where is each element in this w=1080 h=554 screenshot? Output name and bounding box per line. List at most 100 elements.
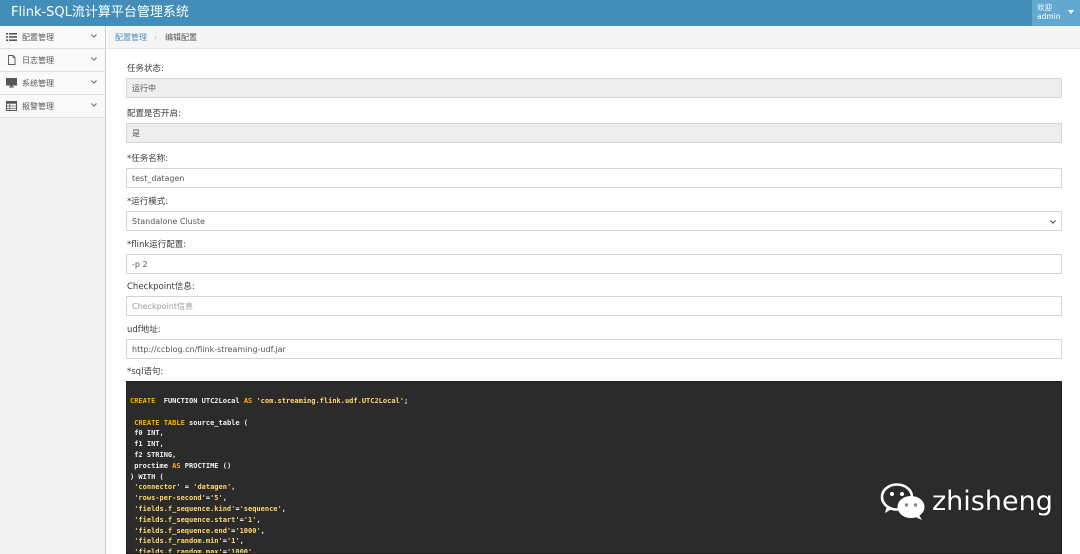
- code-string: '1000': [226, 548, 253, 554]
- code-text: PROCTIME (): [180, 461, 232, 470]
- code-keyword: AS: [172, 461, 181, 470]
- udf-address-input[interactable]: http://ccblog.cn/flink-streaming-udf.jar: [126, 339, 1062, 359]
- code-line: 'fields.f_sequence.start'='1',: [130, 515, 408, 526]
- app-title[interactable]: Flink-SQL流计算平台管理系统: [11, 5, 189, 21]
- code-text: f2 STRING,: [130, 450, 177, 459]
- code-keyword: AS: [243, 397, 253, 405]
- task-name-label: *任务名称:: [127, 154, 169, 164]
- code-string: '5': [210, 494, 223, 503]
- breadcrumb-link-config[interactable]: 配置管理: [115, 32, 147, 43]
- code-string: 'datagen': [193, 483, 232, 492]
- code-string: 'fields.f_random.max': [130, 548, 223, 554]
- sidebar: 配置管理 日志管理 系统管理 报警管理: [0, 26, 106, 554]
- code-line: 'fields.f_sequence.end'='1000',: [130, 526, 408, 537]
- code-line: CREATE TABLE source_table (: [130, 418, 408, 429]
- chevron-down-icon: [91, 80, 97, 84]
- task-status-value: 运行中: [132, 84, 156, 93]
- desktop-icon: [6, 78, 17, 88]
- code-text: ,: [256, 515, 261, 524]
- code-string: 'fields.f_sequence.start': [130, 515, 240, 524]
- code-line: ) WITH (: [130, 472, 408, 483]
- flink-config-label: *flink运行配置:: [127, 240, 187, 250]
- top-navbar: Flink-SQL流计算平台管理系统 欢迎 admin: [0, 0, 1080, 26]
- sql-label: *sql语句:: [127, 367, 164, 377]
- code-string: 'fields.f_random.min': [130, 537, 223, 546]
- caret-down-icon: [1068, 10, 1074, 14]
- code-text: ;: [403, 397, 409, 405]
- sidebar-item-logs[interactable]: 日志管理: [0, 49, 105, 72]
- user-menu[interactable]: 欢迎 admin: [1032, 0, 1080, 26]
- sql-editor[interactable]: CREATE FUNCTION UTC2Local AS 'com.stream…: [126, 381, 1062, 554]
- watermark: zhisheng: [880, 482, 1055, 522]
- code-text: ,: [239, 537, 244, 546]
- run-mode-label: *运行模式:: [127, 197, 169, 207]
- config-enabled-field: 是: [126, 123, 1062, 143]
- config-enabled-value: 是: [132, 129, 140, 138]
- code-line: 'fields.f_random.min'='1',: [130, 536, 408, 547]
- code-string: 'fields.f_sequence.kind': [130, 504, 236, 513]
- code-keyword: CREATE: [130, 397, 156, 405]
- code-line: 'fields.f_random.max'='1000',: [130, 547, 408, 554]
- checkpoint-placeholder: Checkpoint信息: [132, 302, 194, 311]
- sidebar-item-alerts[interactable]: 报警管理: [0, 95, 105, 118]
- file-icon: [8, 55, 16, 65]
- code-text: f1 INT,: [130, 440, 164, 449]
- code-string: '1000': [235, 526, 261, 535]
- breadcrumb: 配置管理 › 编辑配置: [107, 26, 1080, 49]
- code-line: f2 STRING,: [130, 450, 408, 461]
- code-text: ,: [260, 526, 265, 535]
- code-text: ,: [252, 548, 257, 554]
- sidebar-item-system[interactable]: 系统管理: [0, 72, 105, 95]
- watermark-text: zhisheng: [932, 486, 1053, 517]
- task-status-field: 运行中: [126, 78, 1062, 98]
- welcome-text: 欢迎: [1037, 3, 1052, 12]
- task-name-input[interactable]: test_datagen: [126, 168, 1062, 188]
- udf-address-value: http://ccblog.cn/flink-streaming-udf.jar: [132, 345, 286, 354]
- sidebar-item-label: 配置管理: [22, 33, 54, 42]
- task-status-label: 任务状态:: [127, 64, 164, 74]
- code-line: 'fields.f_sequence.kind'='sequence',: [130, 504, 408, 515]
- sql-code: CREATE FUNCTION UTC2Local AS 'com.stream…: [130, 396, 408, 554]
- code-text: ,: [231, 483, 236, 492]
- sidebar-item-label: 系统管理: [22, 79, 54, 88]
- code-text: f0 INT,: [130, 429, 164, 438]
- checkpoint-label: Checkpoint信息:: [127, 282, 195, 292]
- code-line: f0 INT,: [130, 428, 408, 439]
- breadcrumb-separator: ›: [154, 33, 158, 42]
- task-name-value: test_datagen: [132, 174, 185, 183]
- code-text: ,: [281, 504, 286, 513]
- code-string: 'rows-per-second': [130, 494, 206, 503]
- chevron-down-icon: [91, 34, 97, 38]
- code-string: 'sequence': [239, 504, 282, 513]
- list-icon: [6, 33, 17, 41]
- code-string: 'connector': [130, 483, 181, 492]
- sidebar-item-config[interactable]: 配置管理: [0, 26, 105, 49]
- code-line: 'rows-per-second'='5',: [130, 493, 408, 504]
- code-text: ,: [222, 494, 227, 503]
- udf-address-label: udf地址:: [127, 325, 161, 335]
- breadcrumb-current: 编辑配置: [165, 33, 197, 42]
- code-line: CREATE FUNCTION UTC2Local AS 'com.stream…: [130, 396, 408, 407]
- code-string: 'fields.f_sequence.end': [130, 526, 232, 535]
- user-info: 欢迎 admin: [1037, 3, 1061, 21]
- sidebar-item-label: 报警管理: [22, 102, 54, 111]
- chevron-down-icon: [1050, 220, 1056, 224]
- username: admin: [1037, 12, 1061, 21]
- run-mode-value: Standalone Cluste: [132, 217, 205, 226]
- code-text: FUNCTION UTC2Local: [155, 397, 244, 405]
- code-line: proctime AS PROCTIME (): [130, 461, 408, 472]
- code-text: ) WITH (: [130, 472, 164, 481]
- sidebar-item-label: 日志管理: [22, 56, 54, 65]
- code-text: source_table (: [184, 418, 249, 427]
- code-text: proctime: [130, 461, 173, 470]
- checkpoint-input[interactable]: Checkpoint信息: [126, 296, 1062, 316]
- flink-config-value: -p 2: [132, 260, 148, 269]
- config-enabled-label: 配置是否开启:: [127, 109, 181, 119]
- flink-config-input[interactable]: -p 2: [126, 254, 1062, 274]
- table-icon: [6, 101, 17, 111]
- code-line: f1 INT,: [130, 439, 408, 450]
- code-string: '1': [243, 515, 257, 524]
- code-string: '1': [226, 537, 240, 546]
- run-mode-select[interactable]: Standalone Cluste: [126, 211, 1062, 231]
